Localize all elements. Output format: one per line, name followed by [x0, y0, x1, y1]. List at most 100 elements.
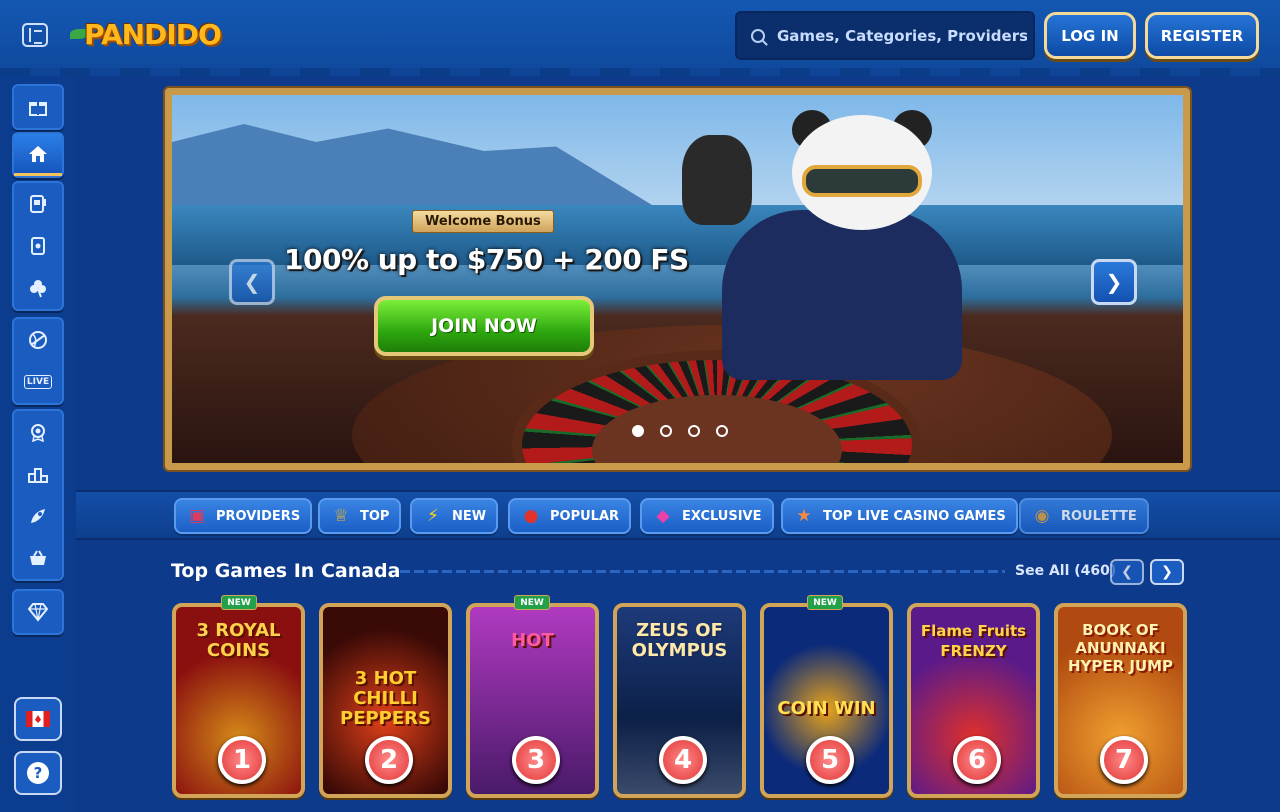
rank-badge: 1	[218, 736, 266, 784]
category-new[interactable]: ⚡ NEW	[410, 498, 499, 534]
help-button[interactable]: ?	[14, 751, 62, 795]
logo-text: PANDIDO	[84, 17, 222, 51]
rank-badge: 3	[512, 736, 560, 784]
book-icon: ▣	[188, 506, 206, 526]
chevron-right-icon: ❯	[1161, 564, 1173, 580]
slide-dot[interactable]	[632, 425, 644, 437]
join-now-button[interactable]: JOIN NOW	[374, 296, 594, 356]
game-title: BOOK OF ANUNNAKI HYPER JUMP	[1067, 621, 1174, 675]
lightning-icon: ⚡	[427, 506, 439, 526]
new-badge: NEW	[221, 595, 257, 610]
roulette-icon: ◉	[1034, 506, 1050, 526]
sidebar-group-home	[12, 132, 64, 178]
live-label: LIVE	[23, 375, 53, 389]
category-label: EXCLUSIVE	[682, 508, 762, 524]
home-icon[interactable]	[14, 134, 62, 176]
category-strip: ▣ PROVIDERS ♕ TOP ⚡ NEW ● POPULAR ◆ EXCLUSIVE…	[76, 490, 1280, 540]
new-badge: NEW	[807, 595, 843, 610]
clover-icon[interactable]	[14, 267, 62, 309]
sidebar-toggle-icon[interactable]	[22, 23, 48, 47]
category-label: NEW	[452, 508, 487, 524]
diamond-icon[interactable]	[14, 591, 62, 633]
game-card[interactable]: COIN WIN 5	[760, 603, 893, 798]
game-title: COIN WIN	[777, 698, 876, 719]
slide-indicators	[632, 425, 728, 437]
cards-icon[interactable]	[14, 225, 62, 267]
game-card[interactable]: 3 HOT CHILLI PEPPERS 2	[319, 603, 452, 798]
category-roulette[interactable]: ◉ ROULETTE	[1019, 498, 1149, 534]
login-button[interactable]: LOG IN	[1044, 12, 1136, 59]
search-icon	[751, 28, 765, 43]
help-icon: ?	[27, 762, 49, 784]
game-card[interactable]: 3 ROYAL COINS 1	[172, 603, 305, 798]
rank-badge: 2	[365, 736, 413, 784]
games-next-button[interactable]: ❯	[1150, 559, 1184, 585]
game-card[interactable]: BOOK OF ANUNNAKI HYPER JUMP 7	[1054, 603, 1187, 798]
top-header: PANDIDO LOG IN REGISTER	[0, 0, 1280, 76]
category-top[interactable]: ♕ TOP	[318, 498, 402, 534]
rank-badge: 5	[806, 736, 854, 784]
game-title: HOT	[511, 630, 554, 651]
slide-dot[interactable]	[660, 425, 672, 437]
sidebar-group-sports: LIVE	[12, 317, 64, 405]
crown-icon: ♕	[333, 506, 349, 526]
category-label: POPULAR	[550, 508, 620, 524]
panda-mascot-image	[682, 110, 972, 380]
banner-mountains	[172, 124, 652, 205]
slide-dot[interactable]	[688, 425, 700, 437]
slide-dot[interactable]	[716, 425, 728, 437]
rocket-icon[interactable]	[14, 495, 62, 537]
apple-icon: ●	[523, 506, 539, 526]
promo-banner[interactable]: Welcome Bonus 100% up to $750 + 200 FS J…	[165, 88, 1190, 470]
chevron-left-icon: ❮	[1121, 564, 1133, 580]
category-exclusive[interactable]: ◆ EXCLUSIVE	[640, 498, 774, 534]
country-selector[interactable]	[14, 697, 62, 741]
welcome-bonus-tag: Welcome Bonus	[412, 210, 554, 233]
category-label: ROULETTE	[1061, 508, 1137, 524]
sidebar-group-vip	[12, 589, 64, 635]
starfish-icon: ★	[796, 506, 812, 526]
rank-badge: 6	[953, 736, 1001, 784]
game-title: ZEUS OF OLYMPUS	[631, 620, 728, 661]
basket-icon[interactable]	[14, 537, 62, 579]
category-label: PROVIDERS	[216, 508, 301, 524]
gift-icon[interactable]	[14, 86, 62, 128]
banner-next-button[interactable]: ❯	[1091, 259, 1137, 305]
category-label: TOP LIVE CASINO GAMES	[823, 508, 1006, 524]
category-popular[interactable]: ● POPULAR	[508, 498, 632, 534]
badge-icon[interactable]	[14, 411, 62, 453]
sidebar-group-promo	[12, 84, 64, 130]
logo[interactable]: PANDIDO	[70, 14, 222, 54]
chevron-right-icon: ❯	[1105, 270, 1123, 294]
podium-icon[interactable]	[14, 453, 62, 495]
see-all-link[interactable]: See All (460)	[1015, 563, 1116, 579]
live-icon[interactable]: LIVE	[14, 361, 62, 403]
canada-flag-icon	[26, 711, 50, 727]
chevron-left-icon: ❮	[243, 270, 261, 294]
sidebar-group-extras	[12, 409, 64, 581]
new-badge: NEW	[514, 595, 550, 610]
rank-badge: 7	[1100, 736, 1148, 784]
register-button[interactable]: REGISTER	[1145, 12, 1259, 59]
games-prev-button[interactable]: ❮	[1110, 559, 1144, 585]
game-card[interactable]: ZEUS OF OLYMPUS 4	[613, 603, 746, 798]
top-games-row: NEW 3 ROYAL COINS 1 3 HOT CHILLI PEPPERS…	[172, 595, 1192, 812]
banner-prev-button[interactable]: ❮	[229, 259, 275, 305]
game-card[interactable]: HOT 3	[466, 603, 599, 798]
rank-badge: 4	[659, 736, 707, 784]
section-divider	[400, 570, 1005, 573]
category-label: TOP	[360, 508, 390, 524]
category-top-live-casino[interactable]: ★ TOP LIVE CASINO GAMES	[781, 498, 1018, 534]
game-card[interactable]: Flame Fruits FRENZY 6	[907, 603, 1040, 798]
search-box[interactable]	[735, 11, 1035, 60]
section-title: Top Games In Canada	[171, 560, 401, 582]
basketball-icon[interactable]	[14, 319, 62, 361]
game-title: 3 HOT CHILLI PEPPERS	[340, 668, 431, 729]
game-title: 3 ROYAL COINS	[196, 620, 281, 661]
game-title: Flame Fruits FRENZY	[920, 622, 1027, 660]
search-input[interactable]	[777, 26, 1027, 45]
promo-headline: 100% up to $750 + 200 FS	[284, 243, 689, 276]
slot-machine-icon[interactable]	[14, 183, 62, 225]
gem-icon: ◆	[656, 506, 670, 526]
category-providers[interactable]: ▣ PROVIDERS	[174, 498, 313, 534]
